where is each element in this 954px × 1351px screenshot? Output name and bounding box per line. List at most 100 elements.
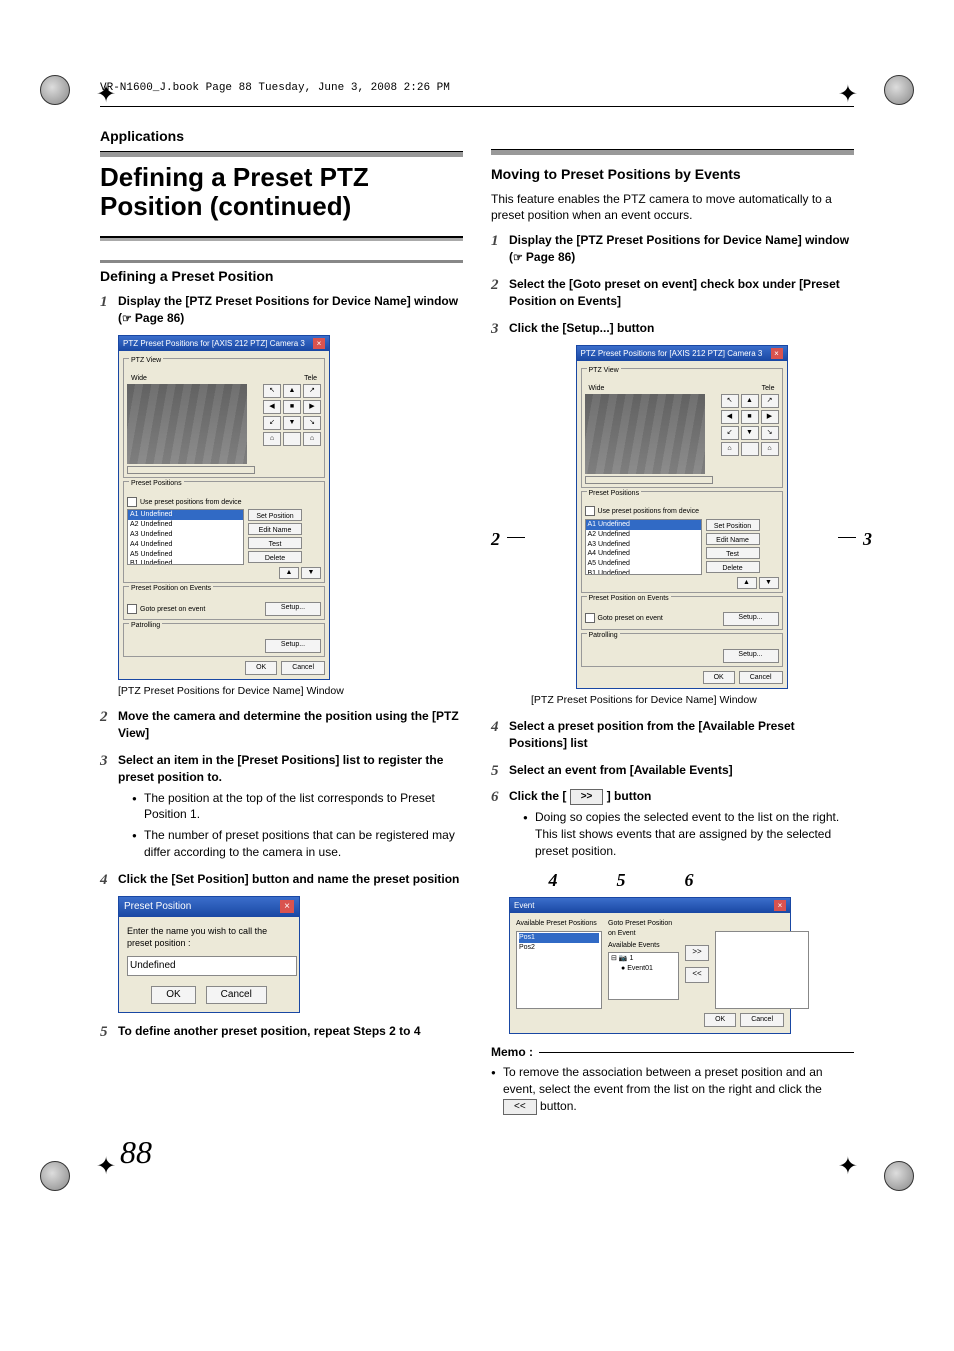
set-position-button[interactable]: Set Position — [248, 509, 302, 521]
camera-view[interactable] — [127, 384, 247, 464]
win-title: PTZ Preset Positions for [AXIS 212 PTZ] … — [123, 338, 305, 349]
dialog-ok-button[interactable]: OK — [151, 986, 195, 1004]
ptz-arrows-r[interactable]: ↖▲↗ ◀■▶ ↙▼↘ ⌂⌂ — [721, 394, 779, 484]
figure-preset-dialog: Preset Position × Enter the name you wis… — [118, 896, 463, 1013]
goto-preset-label: Goto preset on event — [140, 606, 205, 613]
available-events-tree[interactable]: ⊟ 📷 1 ● Event01 — [608, 952, 679, 1000]
right-step-5-text: Select an event from [Available Events] — [509, 763, 733, 777]
zoom-slider-r[interactable] — [585, 476, 713, 484]
preset-list-r[interactable]: A1 Undefined A2 Undefined A3 Undefined A… — [585, 519, 702, 575]
left-step-2: Move the camera and determine the positi… — [100, 708, 463, 742]
left-step-3-b1: The position at the top of the list corr… — [132, 790, 463, 824]
figure2-caption: [PTZ Preset Positions for Device Name] W… — [531, 693, 854, 708]
goto-preset-label-r: Goto preset on event — [598, 615, 663, 622]
crop-mark-tr: ✦ — [838, 80, 858, 109]
cancel-button[interactable]: Cancel — [281, 661, 325, 675]
preset-name-input[interactable] — [127, 956, 297, 976]
hand-icon: ☞ — [122, 313, 135, 325]
callout-2: 2 — [491, 527, 500, 552]
use-device-checkbox[interactable] — [127, 497, 137, 507]
goto-preset-checkbox[interactable] — [127, 604, 137, 614]
list-reorder[interactable]: ▲▼ — [127, 567, 321, 579]
wide-label: Wide — [131, 374, 147, 384]
set-position-button-r[interactable]: Set Position — [706, 519, 760, 531]
camera-view-r[interactable] — [585, 394, 705, 474]
goto-preset-checkbox-r[interactable] — [585, 613, 595, 623]
goto-pp-on-ev-label: Goto Preset Position on Event — [608, 919, 679, 939]
ok-button[interactable]: OK — [245, 661, 277, 675]
dialog-cancel-button[interactable]: Cancel — [206, 986, 267, 1004]
crop-circle-tr — [884, 75, 914, 105]
available-preset-list[interactable]: Pos1 Pos2 — [516, 931, 602, 1009]
pp-on-events-label-r: Preset Position on Events — [587, 595, 671, 602]
setup-button-events-r[interactable]: Setup... — [723, 612, 779, 626]
crop-mark-tl: ✦ — [96, 80, 116, 109]
memo-bullet: To remove the association between a pres… — [491, 1064, 854, 1114]
zoom-slider[interactable] — [127, 466, 255, 474]
section-label: Applications — [100, 127, 463, 147]
left-column: Applications Defining a Preset PTZ Posit… — [100, 127, 463, 1121]
move-left-inline-icon: << — [503, 1099, 537, 1115]
setup-button-patrol-r[interactable]: Setup... — [723, 649, 779, 663]
move-right-button[interactable]: >> — [685, 945, 709, 961]
left-step-4: Click the [Set Position] button and name… — [100, 871, 463, 1013]
right-step-3-text: Click the [Setup...] button — [509, 321, 654, 335]
memo-text-b: button. — [537, 1099, 577, 1113]
page-ref-2: Page 86 — [526, 250, 571, 264]
test-button-r[interactable]: Test — [706, 547, 760, 559]
memo-label: Memo : — [491, 1044, 533, 1061]
win-titlebar: PTZ Preset Positions for [AXIS 212 PTZ] … — [119, 336, 329, 351]
avail-ev-label: Available Events — [608, 941, 679, 951]
win-titlebar-r: PTZ Preset Positions for [AXIS 212 PTZ] … — [577, 346, 787, 361]
preset-list[interactable]: A1 Undefined A2 Undefined A3 Undefined A… — [127, 509, 244, 565]
cancel-button-r[interactable]: Cancel — [739, 671, 783, 685]
edit-name-button[interactable]: Edit Name — [248, 523, 302, 535]
left-step-4-text: Click the [Set Position] button and name… — [118, 872, 459, 886]
greybar-left — [100, 151, 463, 157]
use-device-checkbox-r[interactable] — [585, 506, 595, 516]
hand-icon-2: ☞ — [513, 252, 526, 264]
event-cancel-button[interactable]: Cancel — [740, 1013, 784, 1027]
setup-button-patrol[interactable]: Setup... — [265, 639, 321, 653]
right-step-1: Display the [PTZ Preset Positions for De… — [491, 232, 854, 266]
memo-text-a: To remove the association between a pres… — [503, 1065, 823, 1096]
setup-button-events[interactable]: Setup... — [265, 602, 321, 616]
page-number: 88 — [120, 1134, 152, 1171]
right-step-5: Select an event from [Available Events] — [491, 762, 854, 779]
figure-ptz-window-right: 2 3 PTZ Preset Positions for [AXIS 212 P… — [509, 345, 854, 708]
crop-mark-br: ✦ — [838, 1152, 858, 1181]
move-left-button[interactable]: << — [685, 967, 709, 983]
page-title-l2: Position (continued) — [100, 191, 351, 221]
event-close-icon[interactable]: × — [774, 900, 786, 911]
dialog-close-icon[interactable]: × — [280, 900, 294, 913]
ok-button-r[interactable]: OK — [703, 671, 735, 685]
test-button[interactable]: Test — [248, 537, 302, 549]
close-icon[interactable]: × — [313, 338, 325, 349]
ptz-arrows[interactable]: ↖▲↗ ◀■▶ ↙▼↘ ⌂⌂ — [263, 384, 321, 474]
left-step-5: To define another preset position, repea… — [100, 1023, 463, 1040]
delete-button-r[interactable]: Delete — [706, 561, 760, 573]
callout-6: 6 — [679, 868, 699, 893]
wide-label-r: Wide — [589, 384, 605, 394]
left-step-3-text: Select an item in the [Preset Positions]… — [118, 753, 443, 784]
preset-position-dialog: Preset Position × Enter the name you wis… — [118, 896, 300, 1013]
book-header: VR-N1600_J.book Page 88 Tuesday, June 3,… — [100, 82, 854, 94]
left-step-2-text: Move the camera and determine the positi… — [118, 709, 459, 740]
tele-label-r: Tele — [762, 384, 775, 394]
assigned-events-list[interactable] — [715, 931, 809, 1009]
right-step-6: Click the [ >> ] button Doing so copies … — [491, 788, 854, 1033]
figure1-caption: [PTZ Preset Positions for Device Name] W… — [118, 684, 463, 699]
event-ok-button[interactable]: OK — [704, 1013, 736, 1027]
event-win-title: Event — [514, 900, 534, 911]
list-reorder-r[interactable]: ▲▼ — [585, 577, 779, 589]
delete-button[interactable]: Delete — [248, 551, 302, 563]
dialog-title: Preset Position — [124, 900, 191, 914]
tele-label: Tele — [304, 374, 317, 384]
figure-event-window: 4 5 6 Event × — [509, 868, 854, 1034]
avail-pp-label: Available Preset Positions — [516, 919, 602, 929]
close-icon-r[interactable]: × — [771, 348, 783, 359]
left-step-5-text: To define another preset position, repea… — [118, 1024, 421, 1038]
edit-name-button-r[interactable]: Edit Name — [706, 533, 760, 545]
right-step-3: Click the [Setup...] button 2 3 PTZ Pres… — [491, 320, 854, 708]
crop-circle-bl — [40, 1161, 70, 1191]
